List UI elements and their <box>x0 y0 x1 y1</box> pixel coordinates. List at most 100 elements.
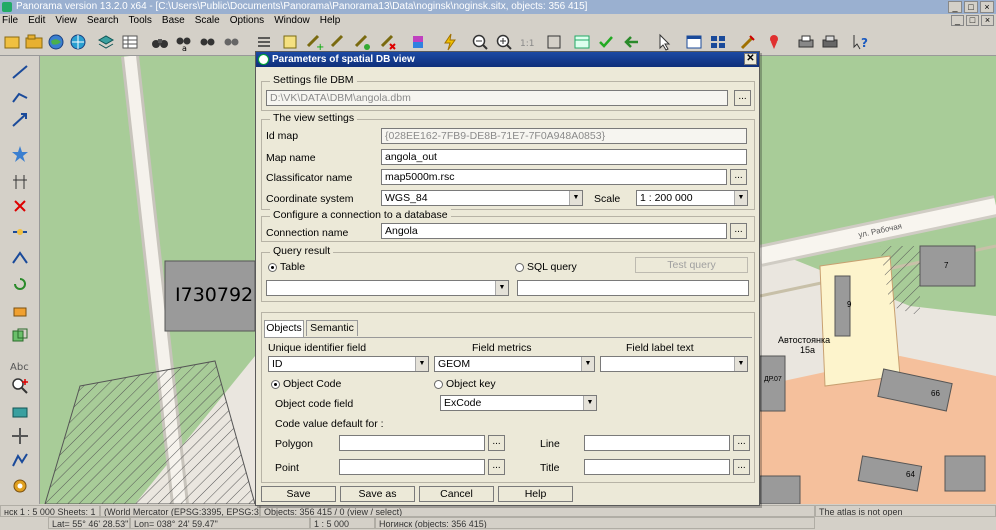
zoom-extent-icon[interactable] <box>544 32 564 52</box>
select-objects-icon[interactable] <box>280 32 300 52</box>
line-browse-button[interactable]: ... <box>733 435 750 451</box>
edit-object-icon[interactable] <box>328 32 348 52</box>
connection-browse-button[interactable]: ... <box>730 223 747 239</box>
list-icon[interactable] <box>254 32 274 52</box>
doc-minimize-button[interactable]: _ <box>951 15 964 26</box>
back-arrow-icon[interactable] <box>622 32 642 52</box>
save-button[interactable]: Save <box>261 486 336 502</box>
tiles-icon[interactable] <box>708 32 728 52</box>
map-marker-icon[interactable] <box>764 32 784 52</box>
line-code-field[interactable] <box>584 435 730 451</box>
move-object-icon[interactable] <box>352 32 372 52</box>
minimize-button[interactable]: _ <box>948 1 962 13</box>
rotate-icon[interactable] <box>10 274 30 294</box>
delete-vertex-icon[interactable] <box>10 196 30 216</box>
globe-icon[interactable] <box>46 32 66 52</box>
binoculars-icon[interactable] <box>150 32 170 52</box>
tab-semantic[interactable]: Semantic <box>306 320 358 336</box>
point-code-field[interactable] <box>339 459 485 475</box>
polygon-code-field[interactable] <box>339 435 485 451</box>
sql-query-radio[interactable] <box>515 263 524 272</box>
help-button[interactable]: Help <box>498 486 573 502</box>
layers-icon[interactable] <box>96 32 116 52</box>
checkmark-icon[interactable] <box>596 32 616 52</box>
coordinate-system-select[interactable]: WGS_84 ▼ <box>381 190 583 206</box>
draw-line-icon[interactable] <box>10 62 30 82</box>
menu-options[interactable]: Options <box>230 14 264 28</box>
tools-icon[interactable] <box>738 32 758 52</box>
menu-view[interactable]: View <box>55 14 77 28</box>
classificator-field[interactable]: map5000m.rsc <box>381 169 727 185</box>
scale-select[interactable]: 1 : 200 000 ▼ <box>636 190 748 206</box>
context-help-icon[interactable]: ? <box>850 32 870 52</box>
dbm-browse-button[interactable]: ... <box>734 90 751 106</box>
test-query-button[interactable]: Test query <box>635 257 748 273</box>
doc-close-button[interactable]: × <box>981 15 994 26</box>
save-as-button[interactable]: Save as <box>340 486 415 502</box>
search-text-icon[interactable]: a <box>174 32 194 53</box>
paint-icon[interactable] <box>408 32 428 52</box>
menu-file[interactable]: File <box>2 14 18 28</box>
dialog-close-button[interactable]: ✕ <box>744 53 757 65</box>
classificator-browse-button[interactable]: ... <box>730 169 747 185</box>
title-code-field[interactable] <box>584 459 730 475</box>
uid-field-select[interactable]: ID ▼ <box>268 356 429 372</box>
connection-name-field[interactable]: Angola <box>381 223 727 239</box>
pointer-icon[interactable] <box>654 32 674 52</box>
split-icon[interactable] <box>10 248 30 268</box>
tab-objects[interactable]: Objects <box>264 320 304 337</box>
move-icon[interactable] <box>10 426 30 446</box>
lightning-icon[interactable] <box>440 32 460 52</box>
copy-object-icon[interactable] <box>10 326 30 346</box>
draw-polyline-icon[interactable] <box>10 86 30 106</box>
menu-tools[interactable]: Tools <box>129 14 152 28</box>
add-object-icon[interactable]: + <box>304 32 324 53</box>
search-filter-icon[interactable] <box>222 32 242 52</box>
table-select[interactable]: ▼ <box>266 280 509 296</box>
menu-search[interactable]: Search <box>87 14 119 28</box>
table-radio[interactable] <box>268 263 277 272</box>
object-code-field-select[interactable]: ExCode ▼ <box>440 395 597 411</box>
menu-scale[interactable]: Scale <box>195 14 220 28</box>
zoom-actual-icon[interactable]: 1:1 <box>518 32 538 52</box>
open-folder-icon[interactable] <box>24 32 44 52</box>
connect-icon[interactable] <box>10 222 30 242</box>
search-area-icon[interactable] <box>198 32 218 52</box>
sql-query-field[interactable] <box>517 280 749 296</box>
magnifier-plus-icon[interactable] <box>10 376 30 396</box>
polygon-browse-button[interactable]: ... <box>488 435 505 451</box>
print-icon[interactable] <box>796 32 816 52</box>
table-edit-icon[interactable] <box>120 32 140 52</box>
maximize-button[interactable]: □ <box>964 1 978 13</box>
web-globe-icon[interactable] <box>68 32 88 52</box>
map-layers-icon[interactable] <box>10 402 30 422</box>
draw-arrow-icon[interactable] <box>10 110 30 130</box>
close-window-button[interactable]: × <box>980 1 994 13</box>
map-view-icon[interactable] <box>572 32 592 52</box>
object-code-radio[interactable] <box>271 380 280 389</box>
draw-star-icon[interactable] <box>10 144 30 164</box>
window-list-icon[interactable] <box>684 32 704 52</box>
print-preview-icon[interactable] <box>820 32 840 52</box>
delete-object-icon[interactable] <box>378 32 398 52</box>
menu-edit[interactable]: Edit <box>28 14 45 28</box>
id-map-field[interactable]: {028EE162-7FB9-DE8B-71E7-7F0A948A0853} <box>381 128 747 144</box>
field-label-text-select[interactable]: ▼ <box>600 356 748 372</box>
menu-base[interactable]: Base <box>162 14 185 28</box>
route-icon[interactable] <box>10 450 30 470</box>
doc-restore-button[interactable]: □ <box>966 15 979 26</box>
map-name-field[interactable]: angola_out <box>381 149 747 165</box>
field-metrics-select[interactable]: GEOM ▼ <box>434 356 595 372</box>
point-browse-button[interactable]: ... <box>488 459 505 475</box>
zoom-in-icon[interactable] <box>494 32 514 52</box>
menu-help[interactable]: Help <box>320 14 341 28</box>
zoom-out-icon[interactable] <box>470 32 490 52</box>
text-abc-icon[interactable]: Abc <box>10 356 30 376</box>
scale-object-icon[interactable] <box>10 300 30 320</box>
title-browse-button[interactable]: ... <box>733 459 750 475</box>
object-key-radio[interactable] <box>434 380 443 389</box>
new-map-icon[interactable] <box>2 32 22 52</box>
cancel-button[interactable]: Cancel <box>419 486 494 502</box>
gear-icon[interactable] <box>10 476 30 496</box>
menu-window[interactable]: Window <box>274 14 310 28</box>
